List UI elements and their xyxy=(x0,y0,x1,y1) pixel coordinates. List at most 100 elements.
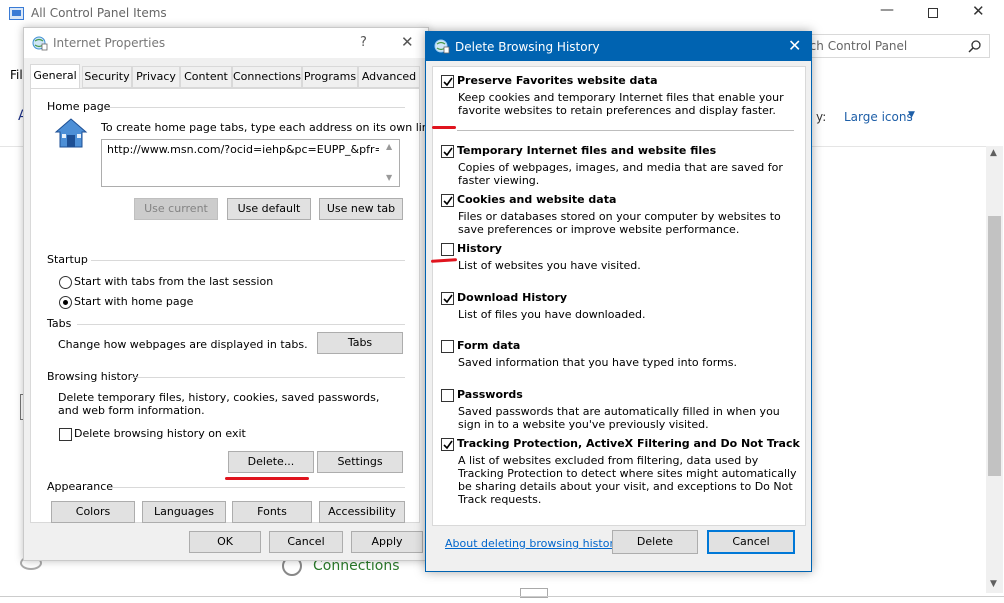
passwords-label: Passwords xyxy=(457,388,523,401)
home-page-textarea[interactable]: http://www.msn.com/?ocid=iehp&pc=EUPP_&p… xyxy=(101,139,400,187)
tab-programs[interactable]: Programs xyxy=(302,66,358,88)
internet-globe-icon xyxy=(434,39,450,54)
inet-title: Internet Properties xyxy=(53,36,166,50)
tab-connections-label: Connections xyxy=(233,70,301,83)
annotation-underline-delete xyxy=(225,477,309,480)
dbh-delete-button[interactable]: Delete xyxy=(612,530,698,554)
form-data-checkbox[interactable] xyxy=(441,340,454,353)
close-window-icon[interactable]: ✕ xyxy=(972,2,985,20)
preserve-favorites-label: Preserve Favorites website data xyxy=(457,74,658,87)
languages-button[interactable]: Languages xyxy=(142,501,226,523)
view-by-dropdown[interactable]: Large icons xyxy=(844,110,913,124)
cookies-checkbox[interactable] xyxy=(441,194,454,207)
dbh-divider xyxy=(457,130,794,131)
use-new-tab-button[interactable]: Use new tab xyxy=(319,198,403,220)
form-data-label: Form data xyxy=(457,339,521,352)
startup-last-session-radio[interactable] xyxy=(59,276,72,289)
scroll-down-icon[interactable]: ▼ xyxy=(990,579,997,589)
dbh-cancel-button[interactable]: Cancel xyxy=(707,530,795,554)
cp-search-placeholder: rch Control Panel xyxy=(805,39,908,53)
dbh-close-icon[interactable]: ✕ xyxy=(788,36,801,55)
colors-button[interactable]: Colors xyxy=(51,501,135,523)
passwords-checkbox[interactable] xyxy=(441,389,454,402)
dbh-titlebar: Delete Browsing History ✕ xyxy=(426,32,811,61)
tracking-protection-desc: A list of websites excluded from filteri… xyxy=(458,454,797,506)
search-icon[interactable] xyxy=(968,39,982,53)
cp-scrollbar[interactable]: ▲ ▼ xyxy=(986,146,1003,593)
scroll-down-icon[interactable]: ▼ xyxy=(386,173,392,182)
browsing-history-divider xyxy=(131,377,405,378)
internet-properties-dialog: Internet Properties ? ✕ General Security… xyxy=(23,27,439,561)
home-page-label: Home page xyxy=(47,100,111,113)
cancel-button[interactable]: Cancel xyxy=(269,531,343,553)
download-history-checkbox[interactable] xyxy=(441,292,454,305)
tab-general[interactable]: General xyxy=(30,64,80,88)
tab-content-label: Content xyxy=(184,70,228,83)
tabs-label: Tabs xyxy=(47,317,72,330)
cp-title: All Control Panel Items xyxy=(31,6,167,20)
tab-advanced[interactable]: Advanced xyxy=(358,66,420,88)
tab-advanced-label: Advanced xyxy=(361,70,417,83)
tabs-desc: Change how webpages are displayed in tab… xyxy=(58,338,308,351)
tab-privacy[interactable]: Privacy xyxy=(132,66,180,88)
internet-globe-icon xyxy=(32,36,48,51)
delete-browsing-history-dialog: Delete Browsing History ✕ Preserve Favor… xyxy=(425,31,812,572)
tab-content[interactable]: Content xyxy=(180,66,232,88)
tracking-protection-checkbox[interactable] xyxy=(441,438,454,451)
help-button[interactable]: ? xyxy=(360,35,367,50)
tabs-button[interactable]: Tabs xyxy=(317,332,403,354)
delete-button[interactable]: Delete... xyxy=(228,451,314,473)
browsing-history-desc: Delete temporary files, history, cookies… xyxy=(58,391,380,417)
tab-strip: General Security Privacy Content Connect… xyxy=(30,64,420,88)
tab-connections[interactable]: Connections xyxy=(232,66,302,88)
download-history-desc: List of files you have downloaded. xyxy=(458,308,646,321)
accessibility-button[interactable]: Accessibility xyxy=(319,501,405,523)
maximize-icon[interactable] xyxy=(928,8,938,18)
ok-button[interactable]: OK xyxy=(189,531,261,553)
inet-close-icon[interactable]: ✕ xyxy=(401,33,414,51)
cp-app-icon xyxy=(9,7,24,20)
home-page-scrollbar[interactable]: ▲ ▼ xyxy=(382,140,399,186)
minimize-icon[interactable]: — xyxy=(880,2,894,18)
appearance-divider xyxy=(111,487,405,488)
view-by-label: y: xyxy=(816,110,827,124)
temporary-files-desc: Copies of webpages, images, and media th… xyxy=(458,161,783,187)
browsing-history-label: Browsing history xyxy=(47,370,139,383)
preserve-favorites-desc: Keep cookies and temporary Internet file… xyxy=(458,91,784,117)
preserve-favorites-checkbox[interactable] xyxy=(441,75,454,88)
use-current-button[interactable]: Use current xyxy=(134,198,218,220)
dbh-title: Delete Browsing History xyxy=(455,40,600,54)
fonts-button[interactable]: Fonts xyxy=(232,501,312,523)
about-deleting-link[interactable]: About deleting browsing history xyxy=(445,537,620,550)
scroll-up-icon[interactable]: ▲ xyxy=(386,142,392,151)
form-data-desc: Saved information that you have typed in… xyxy=(458,356,737,369)
scroll-up-icon[interactable]: ▲ xyxy=(990,148,997,158)
general-tab-page: Home page To create home page tabs, type… xyxy=(30,88,439,523)
passwords-desc: Saved passwords that are automatically f… xyxy=(458,405,780,431)
home-page-url: http://www.msn.com/?ocid=iehp&pc=EUPP_&p… xyxy=(107,143,379,156)
home-page-desc: To create home page tabs, type each addr… xyxy=(101,121,440,134)
startup-last-session-label: Start with tabs from the last session xyxy=(74,275,274,288)
settings-button[interactable]: Settings xyxy=(317,451,403,473)
startup-divider xyxy=(91,260,405,261)
tab-programs-label: Programs xyxy=(303,70,357,83)
tab-privacy-label: Privacy xyxy=(136,70,176,83)
temporary-files-label: Temporary Internet files and website fil… xyxy=(457,144,717,157)
scroll-thumb[interactable] xyxy=(988,216,1001,476)
temporary-files-checkbox[interactable] xyxy=(441,145,454,158)
history-checkbox[interactable] xyxy=(441,243,454,256)
startup-home-page-radio[interactable] xyxy=(59,296,72,309)
cp-menu-partial: Fil xyxy=(10,68,23,82)
cookies-label: Cookies and website data xyxy=(457,193,617,206)
apply-button[interactable]: Apply xyxy=(351,531,423,553)
inet-titlebar: Internet Properties ? ✕ xyxy=(24,28,428,58)
use-default-button[interactable]: Use default xyxy=(227,198,311,220)
history-label: History xyxy=(457,242,502,255)
history-desc: List of websites you have visited. xyxy=(458,259,641,272)
tab-security-label: Security xyxy=(84,70,130,83)
startup-home-page-label: Start with home page xyxy=(74,295,194,308)
cp-search-box[interactable]: rch Control Panel xyxy=(800,34,990,58)
delete-on-exit-checkbox[interactable] xyxy=(59,428,72,441)
chevron-down-icon[interactable]: ▼ xyxy=(908,110,915,120)
tab-security[interactable]: Security xyxy=(82,66,132,88)
